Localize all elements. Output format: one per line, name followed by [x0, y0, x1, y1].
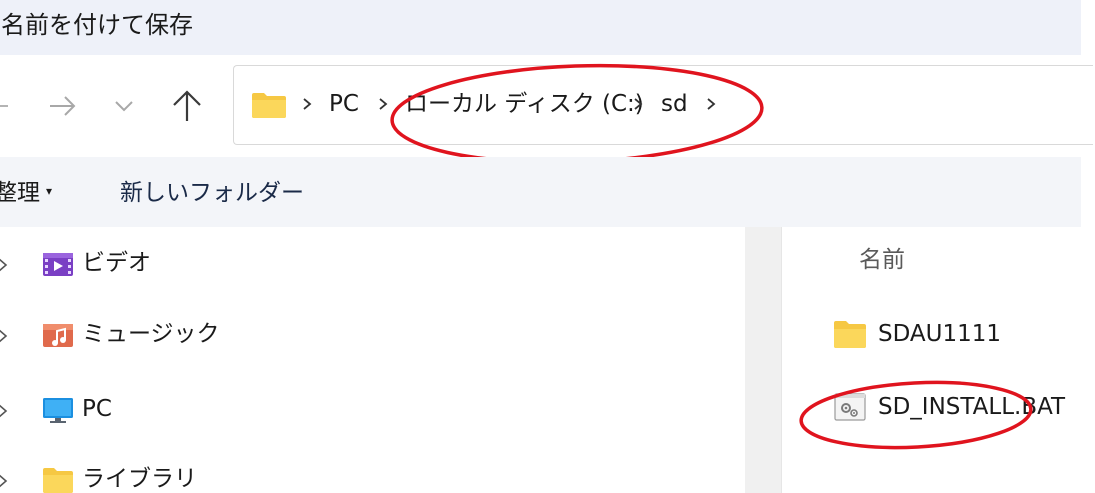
new-folder-button[interactable]: 新しいフォルダー [120, 178, 304, 208]
videos-folder-icon [43, 253, 73, 276]
recent-locations-button[interactable] [106, 85, 142, 127]
breadcrumb-chevron-icon[interactable] [704, 96, 718, 112]
chevron-right-icon[interactable] [0, 327, 10, 345]
file-list: 名前 SDAU1111 SD_INSTALL.BAT [785, 227, 1081, 493]
chevron-right-icon[interactable] [0, 402, 10, 420]
folder-icon [252, 93, 286, 118]
breadcrumb-pc[interactable]: PC [329, 89, 359, 119]
up-button[interactable] [164, 83, 210, 129]
chevron-down-icon [115, 101, 133, 112]
music-folder-icon [43, 324, 73, 347]
navigation-pane: ビデオ ミュージック PC ライブラリ [0, 227, 745, 493]
nav-item-label: ビデオ [82, 250, 151, 276]
breadcrumb-chevron-icon [303, 98, 312, 110]
chevron-right-icon[interactable] [0, 472, 10, 490]
breadcrumb-chevron-icon[interactable] [631, 96, 645, 112]
save-as-dialog: 名前を付けて保存 PC ローカル ディスク (C:) sd 整理 ▾ 新しいフォ… [0, 0, 1095, 493]
nav-item-music[interactable]: ミュージック [0, 315, 740, 355]
nav-item-label: ライブラリ [82, 466, 197, 492]
file-row[interactable]: SD_INSTALL.BAT [785, 386, 1081, 430]
arrow-left-icon [0, 105, 8, 107]
breadcrumb-local-disk[interactable]: ローカル ディスク (C:) [405, 89, 644, 119]
nav-item-videos[interactable]: ビデオ [0, 244, 740, 284]
title-bar: 名前を付けて保存 [0, 0, 1081, 55]
nav-item-pc[interactable]: PC [0, 390, 740, 430]
organize-label: 整理 [0, 180, 40, 206]
back-button[interactable] [0, 85, 10, 127]
arrow-right-icon [50, 96, 76, 116]
arrow-up-icon [173, 90, 201, 121]
navigation-row: PC ローカル ディスク (C:) sd [0, 55, 1095, 157]
nav-item-label: ミュージック [82, 321, 220, 347]
scrollbar[interactable] [745, 227, 781, 493]
folder-icon [43, 468, 73, 493]
file-name: SDAU1111 [878, 321, 1002, 347]
breadcrumb-sd[interactable]: sd [661, 89, 688, 119]
command-bar: 整理 ▾ 新しいフォルダー [0, 157, 1081, 227]
forward-button[interactable] [42, 85, 82, 127]
nav-item-label: PC [82, 396, 112, 422]
folder-icon [834, 321, 866, 348]
address-bar[interactable]: PC ローカル ディスク (C:) sd [233, 65, 1093, 145]
file-row[interactable]: SDAU1111 [785, 313, 1081, 357]
window-title: 名前を付けて保存 [1, 11, 193, 39]
computer-icon [43, 398, 73, 423]
organize-button[interactable]: 整理 ▾ [0, 178, 52, 209]
pane-divider[interactable] [781, 227, 782, 493]
caret-down-icon: ▾ [46, 183, 53, 198]
nav-item-libraries[interactable]: ライブラリ [0, 460, 740, 493]
chevron-right-icon[interactable] [0, 256, 10, 274]
column-header-name[interactable]: 名前 [859, 245, 905, 275]
file-name: SD_INSTALL.BAT [878, 394, 1066, 420]
batch-file-icon [834, 393, 866, 421]
breadcrumb-chevron-icon[interactable] [376, 96, 390, 112]
